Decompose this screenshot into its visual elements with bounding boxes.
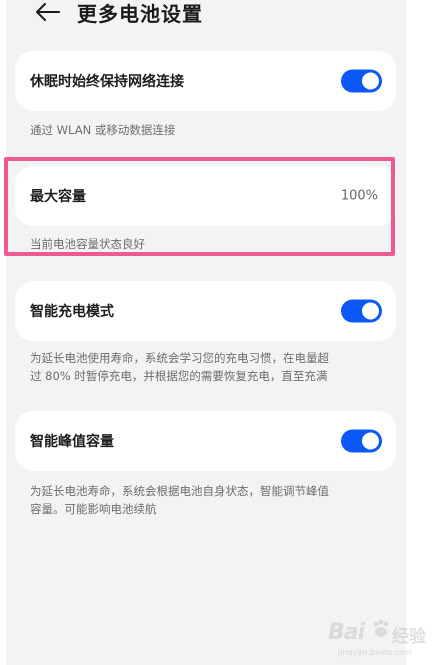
header: 更多电池设置 bbox=[6, 0, 406, 38]
setting-description: 为延长电池使用寿命，系统会学习您的充电习惯，在电量超 过 80% 时暂停充电，并… bbox=[30, 349, 390, 385]
watermark-url: jingyan.baidu.com bbox=[338, 648, 412, 657]
settings-screen: 更多电池设置 休眠时始终保持网络连接 通过 WLAN 或移动数据连接 最大容量 … bbox=[6, 0, 406, 665]
setting-keep-network-connected[interactable]: 休眠时始终保持网络连接 bbox=[15, 51, 396, 111]
back-arrow-icon bbox=[36, 3, 60, 21]
setting-smart-peak-capacity[interactable]: 智能峰值容量 bbox=[15, 411, 396, 471]
setting-description: 通过 WLAN 或移动数据连接 bbox=[30, 121, 390, 139]
watermark-label: 经验 bbox=[392, 627, 426, 647]
toggle-knob bbox=[362, 432, 379, 450]
setting-title: 智能充电模式 bbox=[30, 304, 114, 320]
smart-charging-toggle[interactable] bbox=[341, 299, 382, 323]
paw-icon bbox=[373, 619, 389, 637]
setting-title: 休眠时始终保持网络连接 bbox=[30, 74, 184, 90]
description-line: 容量。可能影响电池续航 bbox=[30, 502, 157, 516]
watermark-logo-text: Bai bbox=[328, 620, 365, 645]
setting-description: 为延长电池寿命，系统会根据电池自身状态，智能调节峰值 容量。可能影响电池续航 bbox=[30, 482, 390, 518]
toggle-knob bbox=[362, 302, 379, 320]
smart-peak-capacity-toggle[interactable] bbox=[341, 429, 382, 453]
setting-smart-charging[interactable]: 智能充电模式 bbox=[15, 281, 396, 341]
description-line: 通过 WLAN 或移动数据连接 bbox=[30, 123, 176, 137]
description-line: 过 80% 时暂停充电，并根据您的需要恢复充电，直至充满 bbox=[30, 369, 328, 383]
highlight-box bbox=[4, 157, 395, 256]
page-title: 更多电池设置 bbox=[77, 2, 203, 26]
toggle-knob bbox=[362, 72, 379, 90]
keep-network-toggle[interactable] bbox=[341, 69, 382, 93]
description-line: 为延长电池使用寿命，系统会学习您的充电习惯，在电量超 bbox=[30, 351, 329, 365]
description-line: 为延长电池寿命，系统会根据电池自身状态，智能调节峰值 bbox=[30, 484, 329, 498]
back-button[interactable] bbox=[32, 0, 64, 28]
watermark: Bai 经验 jingyan.baidu.com bbox=[318, 612, 428, 664]
setting-title: 智能峰值容量 bbox=[30, 434, 114, 450]
